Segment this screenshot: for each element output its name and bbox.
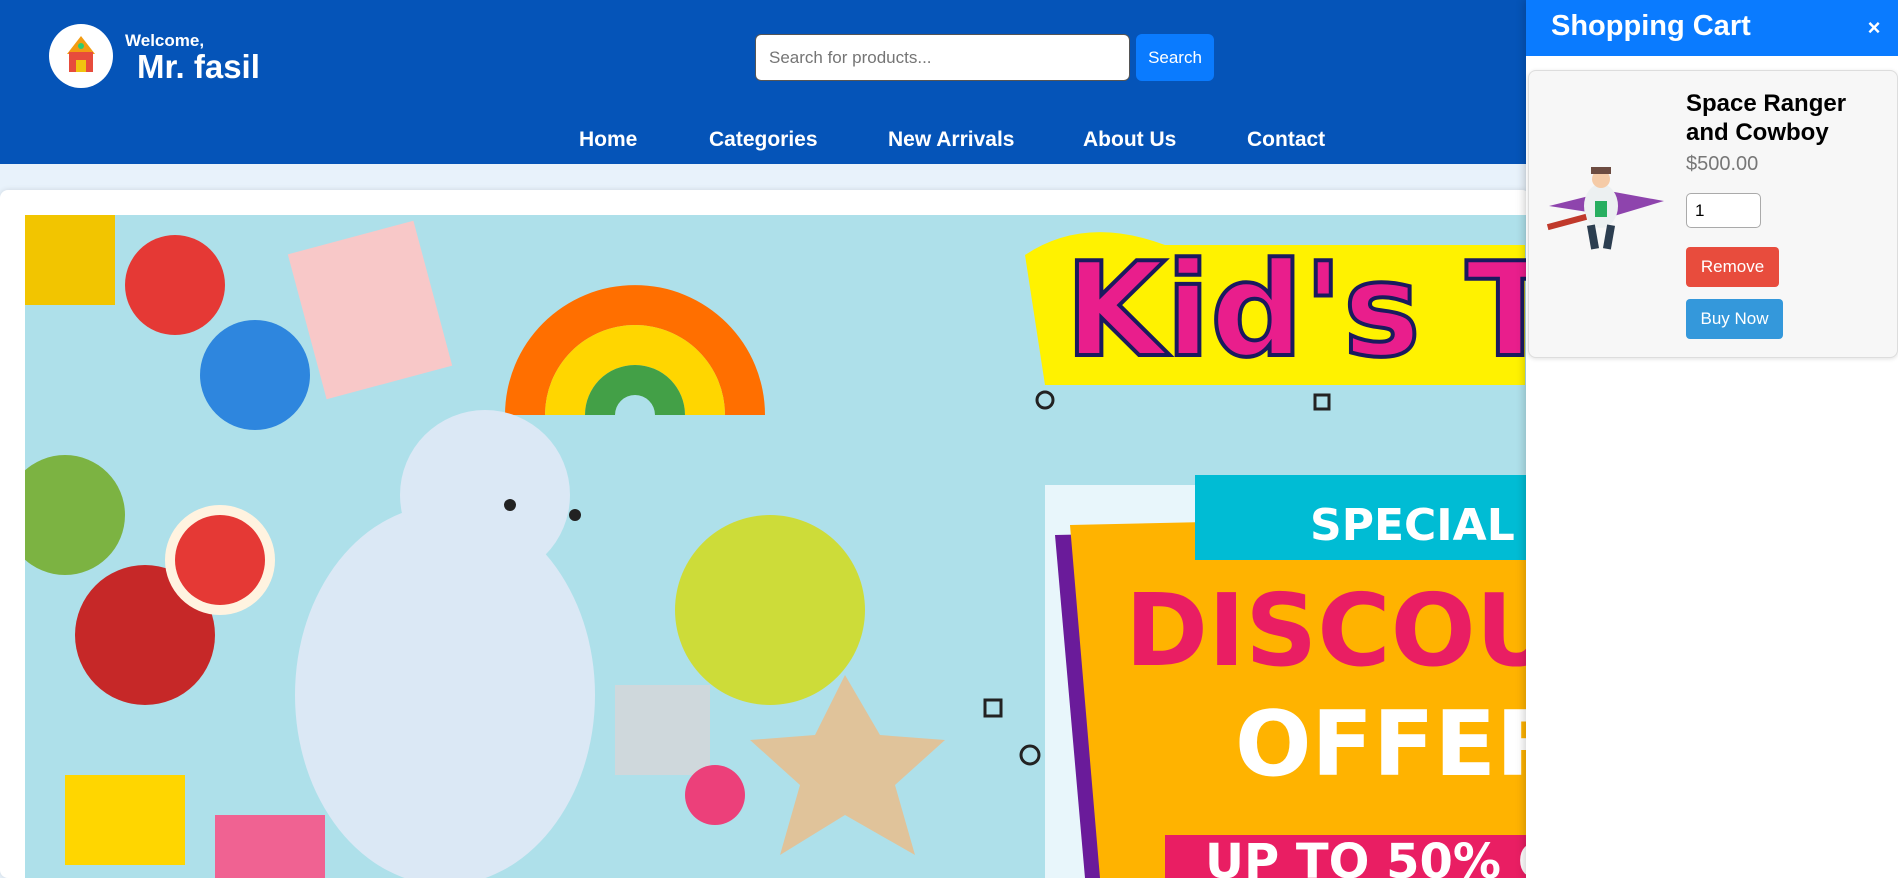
buy-now-button[interactable]: Buy Now [1686, 299, 1783, 339]
quantity-input[interactable] [1686, 193, 1761, 228]
shopping-cart-panel: Shopping Cart × Space Ranger and Cowboy … [1526, 0, 1898, 878]
banner-headline: DISCOU [1125, 572, 1526, 689]
banner-brand-text: Kid's To [1065, 234, 1526, 386]
nav-contact[interactable]: Contact [1247, 128, 1325, 152]
banner-special-text: SPECIAL [1310, 500, 1515, 551]
cart-item: Space Ranger and Cowboy $500.00 Remove B… [1528, 70, 1898, 358]
search-input[interactable] [755, 34, 1130, 81]
item-price: $500.00 [1686, 153, 1759, 175]
hero-banner: SPECIAL DISCOU OFFER UP TO 50% O Kid's T… [25, 215, 1526, 878]
nav-new-arrivals[interactable]: New Arrivals [888, 128, 1014, 152]
product-image [1539, 161, 1669, 261]
banner-discount-text: UP TO 50% O [1205, 834, 1526, 878]
nav-home[interactable]: Home [579, 128, 637, 152]
search-button[interactable]: Search [1136, 34, 1214, 81]
nav-about-us[interactable]: About Us [1083, 128, 1176, 152]
logo-icon[interactable] [49, 24, 113, 88]
close-icon[interactable]: × [1862, 14, 1886, 42]
remove-button[interactable]: Remove [1686, 247, 1779, 287]
user-name: Mr. fasil [137, 48, 260, 85]
cart-header: Shopping Cart × [1526, 0, 1898, 56]
cart-title: Shopping Cart [1551, 10, 1751, 42]
nav-categories[interactable]: Categories [709, 128, 818, 152]
item-name: Space Ranger and Cowboy [1686, 90, 1847, 146]
banner-subheadline: OFFER [1235, 692, 1526, 797]
